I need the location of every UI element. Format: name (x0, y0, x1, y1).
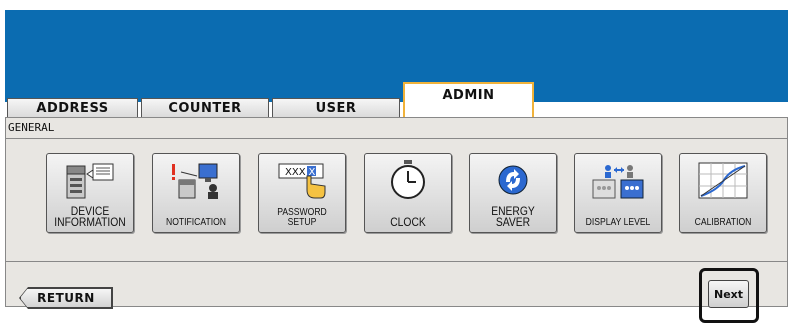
calibration-icon (698, 162, 748, 199)
divider (6, 261, 787, 262)
button-label: CALIBRATION (694, 217, 752, 228)
password-icon: XXX X (278, 163, 326, 199)
svg-text:XXX: XXX (285, 167, 306, 178)
admin-panel: GENERAL DEVICE INFORMATION NOTIFICATION … (5, 117, 788, 323)
notification-button[interactable]: NOTIFICATION (152, 153, 240, 233)
button-label: CLOCK (390, 215, 426, 229)
tab-address[interactable]: ADDRESS (7, 98, 138, 118)
display-level-button[interactable]: DISPLAY LEVEL (574, 153, 662, 233)
clock-button[interactable]: CLOCK (364, 153, 452, 233)
password-setup-button[interactable]: XXX X PASSWORD SETUP (258, 153, 346, 233)
section-title: GENERAL (8, 121, 55, 134)
device-icon (66, 163, 114, 199)
calibration-button[interactable]: CALIBRATION (679, 153, 767, 233)
button-label: NOTIFICATION (165, 217, 227, 228)
tab-counter[interactable]: COUNTER (141, 98, 269, 118)
tab-user[interactable]: USER (272, 98, 400, 118)
display-level-icon (592, 165, 644, 199)
energy-saver-icon (498, 165, 528, 195)
device-information-button[interactable]: DEVICE INFORMATION (46, 153, 134, 233)
clock-icon (391, 160, 425, 199)
energy-saver-button[interactable]: ENERGY SAVER (469, 153, 557, 233)
tab-bar: ADDRESS COUNTER USER ADMIN (5, 82, 788, 118)
button-label: ENERGY SAVER (491, 204, 535, 229)
button-label: DISPLAY LEVEL (585, 217, 651, 228)
return-button[interactable]: RETURN (20, 288, 112, 308)
tab-admin[interactable]: ADMIN (403, 82, 534, 118)
next-button[interactable]: Next (708, 280, 749, 308)
notification-icon (172, 163, 218, 199)
divider (6, 138, 787, 139)
button-label: PASSWORD SETUP (277, 207, 327, 228)
button-label: DEVICE INFORMATION (54, 204, 126, 229)
admin-screen: ADDRESS COUNTER USER ADMIN GENERAL DEVIC… (5, 10, 788, 323)
